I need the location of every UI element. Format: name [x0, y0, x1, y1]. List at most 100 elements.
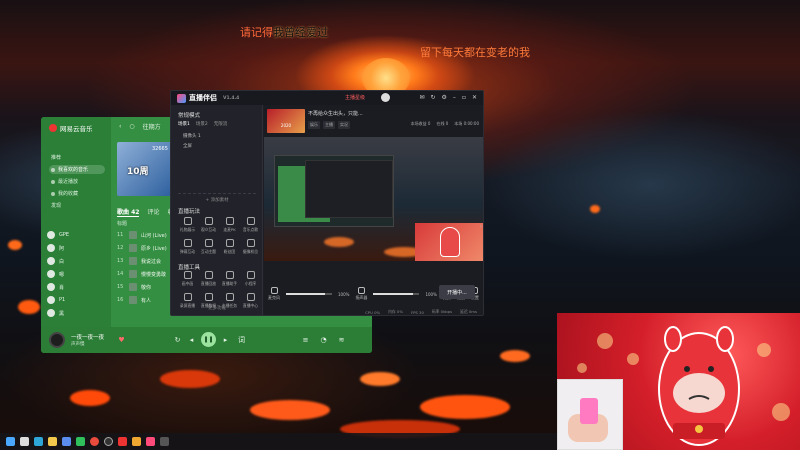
tool-item[interactable]: 音乐点歌	[241, 217, 260, 237]
scene-mode[interactable]: 常规模式	[178, 111, 200, 119]
back-arrow-icon[interactable]: ‹	[119, 123, 121, 130]
volume-icon[interactable]: ◔	[319, 335, 328, 344]
song-num: 13	[117, 258, 124, 264]
tab-scene-1[interactable]: 场景1	[178, 121, 190, 127]
start-live-button[interactable]: 开播中...	[439, 285, 475, 299]
add-source-button[interactable]: + 添加素材	[178, 193, 256, 203]
lava-spot	[8, 240, 22, 250]
people-item[interactable]: P1	[47, 296, 65, 304]
tool-item[interactable]: 粉丝团	[220, 239, 239, 259]
stream-title[interactable]: 不再给众生出头，只能...	[308, 110, 363, 117]
tool-item[interactable]: 弹幕互动	[178, 239, 197, 259]
people-item[interactable]: GPE	[47, 231, 69, 239]
people-name: 白	[59, 258, 65, 265]
mail-icon[interactable]: ✉	[419, 94, 424, 101]
people-item[interactable]: 肖	[47, 283, 64, 291]
source-item-camera[interactable]: 摄像头 1	[183, 133, 201, 139]
tools-header-play: 直播玩法	[178, 209, 201, 215]
source-item-fullscreen[interactable]: 全屏	[183, 143, 192, 149]
tab-comments[interactable]: 评论	[147, 207, 159, 217]
album-cover[interactable]: 32665 10周	[117, 142, 173, 196]
window-controls: ✉ ↻ ⚙ – ▫ ✕	[419, 94, 477, 101]
close-icon[interactable]: ✕	[472, 94, 477, 101]
music-icon[interactable]	[118, 437, 127, 446]
live-window[interactable]: 直播伴侣 V1.4.4 主播星级 ✉ ↻ ⚙ – ▫ ✕ 常规模式 场景1 场景…	[170, 90, 484, 316]
chevron-right-icon[interactable]: ›	[480, 223, 482, 230]
sidebar-item-collection[interactable]: 我的收藏	[49, 189, 105, 198]
heart-icon[interactable]: ♥	[117, 335, 126, 344]
store-icon[interactable]	[62, 437, 71, 446]
stream-tag[interactable]: 主播	[323, 121, 335, 129]
prev-icon[interactable]: ◂	[187, 335, 196, 344]
mixer-label: 扬声器	[355, 295, 368, 300]
sidebar-item-recommend[interactable]: 推荐	[49, 153, 105, 162]
settings-icon[interactable]: ⚙	[442, 94, 447, 101]
live-icon[interactable]	[146, 437, 155, 446]
center-icon	[246, 293, 255, 301]
avatar[interactable]	[381, 93, 390, 102]
folder-icon[interactable]	[132, 437, 141, 446]
tool-item[interactable]: 互动主题	[199, 239, 218, 259]
search-icon[interactable]	[20, 437, 29, 446]
stream-tag[interactable]: 实况	[338, 121, 350, 129]
anchor-level-label[interactable]: 主播星级	[345, 94, 365, 101]
mic-slider[interactable]	[286, 293, 332, 295]
terminal-icon[interactable]	[160, 437, 169, 446]
people-item[interactable]: 白	[47, 257, 64, 265]
tool-item[interactable]: 礼物展示	[178, 217, 197, 237]
song-title: 慢慢变勇敢	[141, 271, 167, 278]
stream-cover[interactable]: 2020	[267, 109, 305, 133]
files-icon[interactable]	[48, 437, 57, 446]
speaker-control[interactable]: 扬声器	[355, 287, 367, 301]
pip-icon	[183, 271, 192, 279]
record-icon	[183, 293, 192, 301]
maximize-icon[interactable]: ▫	[462, 94, 466, 101]
pause-button[interactable]: ❚❚	[201, 332, 216, 347]
minimize-icon[interactable]: –	[453, 94, 456, 101]
people-item[interactable]: 嗯	[47, 270, 64, 278]
more-tools-button[interactable]: 更多功能	[178, 305, 256, 311]
refresh-icon[interactable]: ↻	[430, 94, 435, 101]
preview-camera-pip	[415, 223, 483, 261]
obs-icon[interactable]	[104, 437, 113, 446]
tab-scene-3[interactable]: 无限流	[214, 121, 228, 127]
tool-label: 弹幕互动	[179, 249, 196, 254]
speaker-slider[interactable]	[373, 293, 420, 295]
tab-songs[interactable]: 歌曲 42	[117, 207, 140, 217]
tool-item[interactable]: 观众互动	[199, 217, 218, 237]
stream-preview[interactable]	[264, 137, 483, 261]
search-icon[interactable]: ○	[129, 123, 134, 130]
bokeh-light	[772, 403, 790, 421]
playlist-icon[interactable]: ≡	[301, 335, 310, 344]
camera-inset	[557, 379, 623, 450]
lyric-line-2: 留下每天都在变老的我	[420, 46, 530, 59]
music-sidebar: 网易云音乐 推荐 我喜欢的音乐 最近播放 我的收藏 发现 GPE 阿 白 嗯 肖…	[41, 117, 111, 327]
loop-icon[interactable]: ↻	[173, 335, 182, 344]
task-icon	[225, 293, 234, 301]
tool-item[interactable]: 摄像机位	[241, 239, 260, 259]
live-titlebar: 直播伴侣 V1.4.4 主播星级 ✉ ↻ ⚙ – ▫ ✕	[171, 91, 483, 105]
lyric-icon[interactable]: 词	[237, 335, 246, 344]
people-item[interactable]: 阿	[47, 244, 64, 252]
tool-item[interactable]: 画中画	[178, 271, 197, 291]
now-playing-cover[interactable]	[49, 332, 65, 348]
windows-icon[interactable]	[6, 437, 15, 446]
status-item: 码率 0kbps	[431, 309, 453, 314]
sidebar-item-recent[interactable]: 最近播放	[49, 177, 105, 186]
equalizer-icon[interactable]: ≋	[337, 335, 346, 344]
stream-tag[interactable]: 娱乐	[308, 121, 320, 129]
tool-item[interactable]: 连麦PK	[220, 217, 239, 237]
tool-item[interactable]: 直播助手	[220, 271, 239, 291]
netease-logo-icon	[49, 124, 57, 132]
chrome-icon[interactable]	[90, 437, 99, 446]
mic-control[interactable]: 麦克风	[268, 287, 280, 301]
sidebar-item-liked[interactable]: 我喜欢的音乐	[49, 165, 105, 174]
tab-scene-2[interactable]: 场景2	[196, 121, 208, 127]
sidebar-item-discover[interactable]: 发现	[49, 201, 105, 210]
people-item[interactable]: 黑	[47, 309, 64, 317]
edge-icon[interactable]	[34, 437, 43, 446]
tool-item[interactable]: 小程序	[241, 271, 260, 291]
tool-item[interactable]: 直播回放	[199, 271, 218, 291]
wechat-icon[interactable]	[76, 437, 85, 446]
next-icon[interactable]: ▸	[221, 335, 230, 344]
